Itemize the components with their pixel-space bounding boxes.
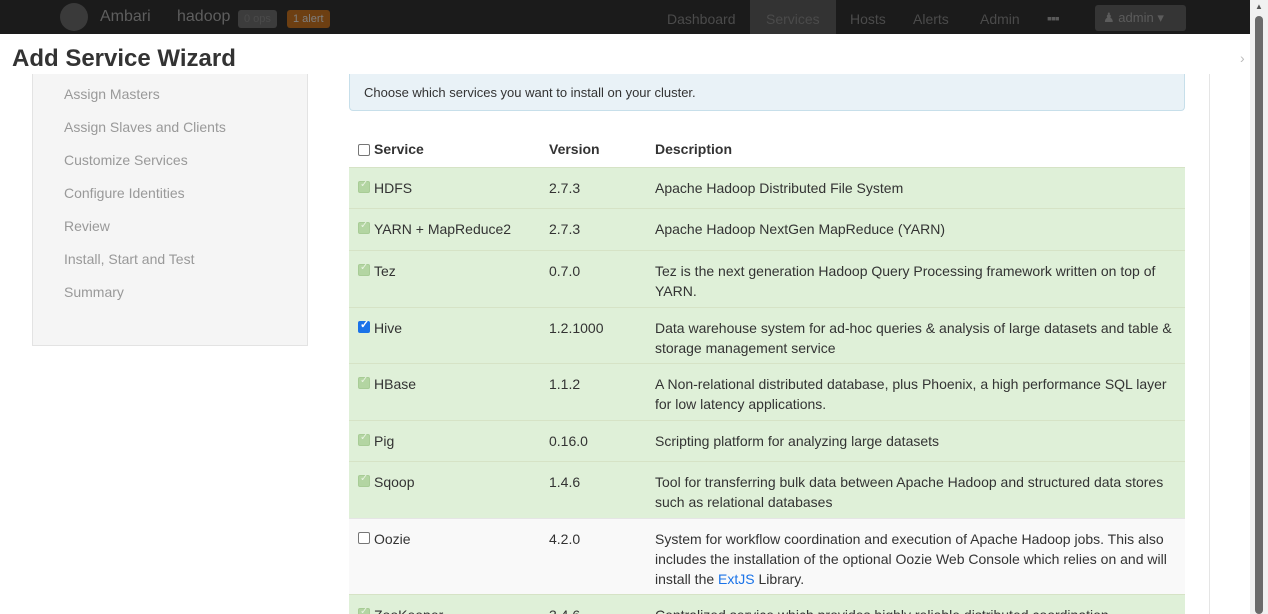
service-name: Oozie bbox=[374, 531, 411, 547]
header-version: Version bbox=[549, 141, 600, 157]
nav-dashboard: Dashboard bbox=[667, 11, 736, 27]
step-configure-identities: Configure Identities bbox=[64, 185, 185, 201]
service-description: Apache Hadoop NextGen MapReduce (YARN) bbox=[655, 221, 946, 237]
table-row: YARN + MapReduce2 2.7.3 Apache Hadoop Ne… bbox=[349, 208, 1185, 250]
step-summary: Summary bbox=[64, 284, 124, 300]
nav-hosts: Hosts bbox=[850, 11, 886, 27]
nav-admin: Admin bbox=[980, 11, 1020, 27]
service-description: Apache Hadoop Distributed File System bbox=[655, 180, 904, 196]
service-description: A Non-relational distributed database, p… bbox=[655, 376, 1167, 412]
user-icon: ♟ bbox=[1103, 10, 1115, 25]
table-row: Oozie 4.2.0 System for workflow coordina… bbox=[349, 518, 1185, 594]
scrollbar-thumb[interactable] bbox=[1255, 16, 1263, 614]
page-scrollbar[interactable]: ▲ bbox=[1250, 0, 1268, 614]
user-name: admin bbox=[1118, 10, 1154, 25]
service-version: 2.7.3 bbox=[549, 180, 581, 196]
service-description: Scripting platform for analyzing large d… bbox=[655, 433, 940, 449]
service-name: Tez bbox=[374, 263, 396, 279]
user-menu: ♟ admin ▾ bbox=[1095, 5, 1186, 31]
service-version: 1.4.6 bbox=[549, 474, 581, 490]
service-name: HDFS bbox=[374, 180, 413, 196]
header-service: Service bbox=[374, 141, 424, 157]
caret-down-icon: ▾ bbox=[1157, 10, 1164, 25]
service-name: ZooKeeper bbox=[374, 605, 443, 614]
service-description: Data warehouse system for ad-hoc queries… bbox=[655, 320, 1172, 356]
nav-alerts: Alerts bbox=[913, 11, 949, 27]
service-checkbox bbox=[358, 473, 370, 487]
service-checkbox[interactable] bbox=[358, 532, 370, 544]
alert-badge: 1 alert bbox=[287, 10, 330, 28]
scroll-up-arrow-icon[interactable]: ▲ bbox=[1255, 2, 1263, 11]
service-name: Hive bbox=[374, 320, 403, 336]
step-customize-services: Customize Services bbox=[64, 152, 188, 168]
service-checkbox bbox=[358, 220, 370, 234]
service-name: Sqoop bbox=[374, 474, 415, 490]
cluster-name: hadoop bbox=[177, 8, 231, 25]
service-description: System for workflow coordination and exe… bbox=[655, 529, 1175, 589]
add-service-modal: Add Service Wizard › Assign Masters Assi… bbox=[0, 34, 1250, 614]
service-checkbox bbox=[358, 375, 370, 389]
table-row: Tez 0.7.0 Tez is the next generation Had… bbox=[349, 250, 1185, 307]
service-description: Centralized service which provides highl… bbox=[655, 605, 1175, 614]
extjs-link[interactable]: ExtJS bbox=[718, 571, 755, 587]
table-row: Sqoop 1.4.6 Tool for transferring bulk d… bbox=[349, 461, 1185, 518]
service-checkbox[interactable] bbox=[358, 318, 370, 333]
service-checkbox bbox=[358, 179, 370, 193]
table-row: HBase 1.1.2 A Non-relational distributed… bbox=[349, 363, 1185, 420]
top-navbar: Ambari hadoop 0 ops 1 alert Dashboard Se… bbox=[0, 0, 1250, 34]
service-checkbox bbox=[358, 606, 370, 614]
service-checkbox bbox=[358, 432, 370, 446]
service-version: 4.2.0 bbox=[549, 531, 581, 547]
service-name: HBase bbox=[374, 376, 417, 392]
brand-name: Ambari bbox=[100, 8, 151, 25]
header-description: Description bbox=[655, 141, 733, 157]
step-assign-masters: Assign Masters bbox=[64, 86, 160, 102]
service-version: 0.7.0 bbox=[549, 263, 581, 279]
service-name: YARN + MapReduce2 bbox=[374, 221, 512, 237]
table-row: Hive 1.2.1000 Data warehouse system for … bbox=[349, 307, 1185, 363]
select-all-checkbox[interactable] bbox=[358, 144, 370, 156]
table-row: ZooKeeper 3.4.6 Centralized service whic… bbox=[349, 594, 1185, 614]
service-description: Tool for transferring bulk data between … bbox=[655, 474, 1164, 510]
description-text-end: Library. bbox=[754, 571, 805, 587]
step-assign-slaves-clients: Assign Slaves and Clients bbox=[64, 119, 226, 135]
service-version: 1.1.2 bbox=[549, 376, 581, 392]
service-description: Tez is the next generation Hadoop Query … bbox=[655, 263, 1156, 299]
service-name: Pig bbox=[374, 433, 395, 449]
table-header: Service Version Description bbox=[349, 132, 1185, 167]
ops-badge: 0 ops bbox=[238, 10, 277, 28]
modal-divider bbox=[1209, 74, 1210, 614]
modal-title: Add Service Wizard bbox=[12, 45, 236, 72]
table-row: Pig 0.16.0 Scripting platform for analyz… bbox=[349, 420, 1185, 461]
service-checkbox bbox=[358, 262, 370, 276]
service-version: 0.16.0 bbox=[549, 433, 588, 449]
service-version: 1.2.1000 bbox=[549, 320, 604, 336]
service-version: 3.4.6 bbox=[549, 605, 580, 614]
views-grid-icon: ▪▪▪ bbox=[1047, 10, 1060, 26]
table-row: HDFS 2.7.3 Apache Hadoop Distributed Fil… bbox=[349, 167, 1185, 208]
chevron-right-icon: › bbox=[1240, 50, 1245, 66]
nav-services: Services bbox=[766, 11, 820, 27]
service-version: 2.7.3 bbox=[549, 221, 581, 237]
wizard-steps-sidebar: Assign Masters Assign Slaves and Clients… bbox=[32, 74, 308, 346]
info-alert: Choose which services you want to instal… bbox=[349, 74, 1185, 111]
step-install-start-test: Install, Start and Test bbox=[64, 251, 195, 267]
step-review: Review bbox=[64, 218, 110, 234]
ambari-logo-icon bbox=[60, 3, 88, 31]
